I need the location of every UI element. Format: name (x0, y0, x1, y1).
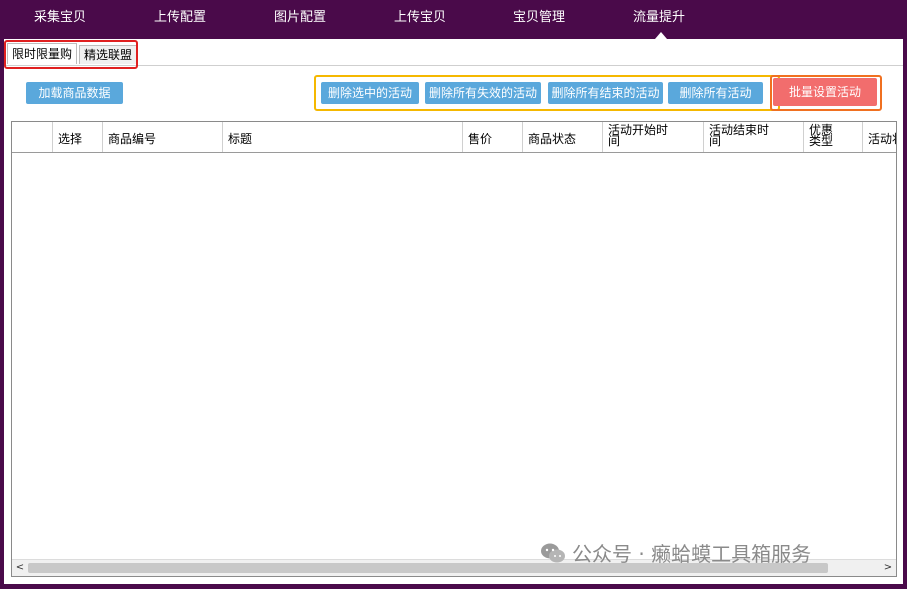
nav-item-upload-items[interactable]: 上传宝贝 (394, 0, 446, 36)
active-nav-caret-icon (655, 32, 667, 39)
top-nav: 采集宝贝 上传配置 图片配置 上传宝贝 宝贝管理 流量提升 (0, 0, 907, 39)
column-header-product-id[interactable]: 商品编号 (103, 122, 223, 152)
column-header-discount-type[interactable]: 优惠类型 (804, 122, 863, 152)
watermark-text: 公众号 · 癞蛤蟆工具箱服务 (572, 542, 812, 566)
column-header-activity-status[interactable]: 活动状 (863, 122, 896, 152)
nav-item-traffic-boost[interactable]: 流量提升 (633, 0, 685, 36)
nav-item-collect[interactable]: 采集宝贝 (34, 0, 86, 36)
scroll-right-arrow-icon[interactable]: > (880, 560, 896, 576)
main-panel: 限时限量购 精选联盟 加载商品数据 删除选中的活动 删除所有失效的活动 删除所有… (4, 39, 903, 584)
column-header-rownum (12, 122, 53, 152)
column-header-title[interactable]: 标题 (223, 122, 463, 152)
tab-strip: 限时限量购 精选联盟 (4, 39, 903, 66)
grid-header: 选择 商品编号 标题 售价 商品状态 活动开始时间 活动结束时间 优惠类型 活动… (12, 122, 896, 153)
column-header-start-time[interactable]: 活动开始时间 (603, 122, 704, 152)
nav-item-item-manage[interactable]: 宝贝管理 (513, 0, 565, 36)
column-header-price[interactable]: 售价 (463, 122, 523, 152)
activity-grid[interactable]: 选择 商品编号 标题 售价 商品状态 活动开始时间 活动结束时间 优惠类型 活动… (11, 121, 897, 577)
load-products-button[interactable]: 加载商品数据 (26, 82, 123, 104)
nav-item-upload-config[interactable]: 上传配置 (154, 0, 206, 36)
watermark: 公众号 · 癞蛤蟆工具箱服务 (540, 541, 811, 567)
delete-selected-button[interactable]: 删除选中的活动 (321, 82, 419, 104)
delete-ended-button[interactable]: 删除所有结束的活动 (548, 82, 663, 104)
delete-invalid-button[interactable]: 删除所有失效的活动 (425, 82, 541, 104)
column-header-select[interactable]: 选择 (53, 122, 103, 152)
tabs-highlight-frame (4, 40, 138, 69)
wechat-icon (540, 542, 566, 570)
column-header-end-time[interactable]: 活动结束时间 (704, 122, 804, 152)
column-header-product-status[interactable]: 商品状态 (523, 122, 603, 152)
delete-all-button[interactable]: 删除所有活动 (668, 82, 763, 104)
nav-item-image-config[interactable]: 图片配置 (274, 0, 326, 36)
scroll-left-arrow-icon[interactable]: < (12, 560, 28, 576)
batch-set-activity-button[interactable]: 批量设置活动 (773, 78, 877, 106)
